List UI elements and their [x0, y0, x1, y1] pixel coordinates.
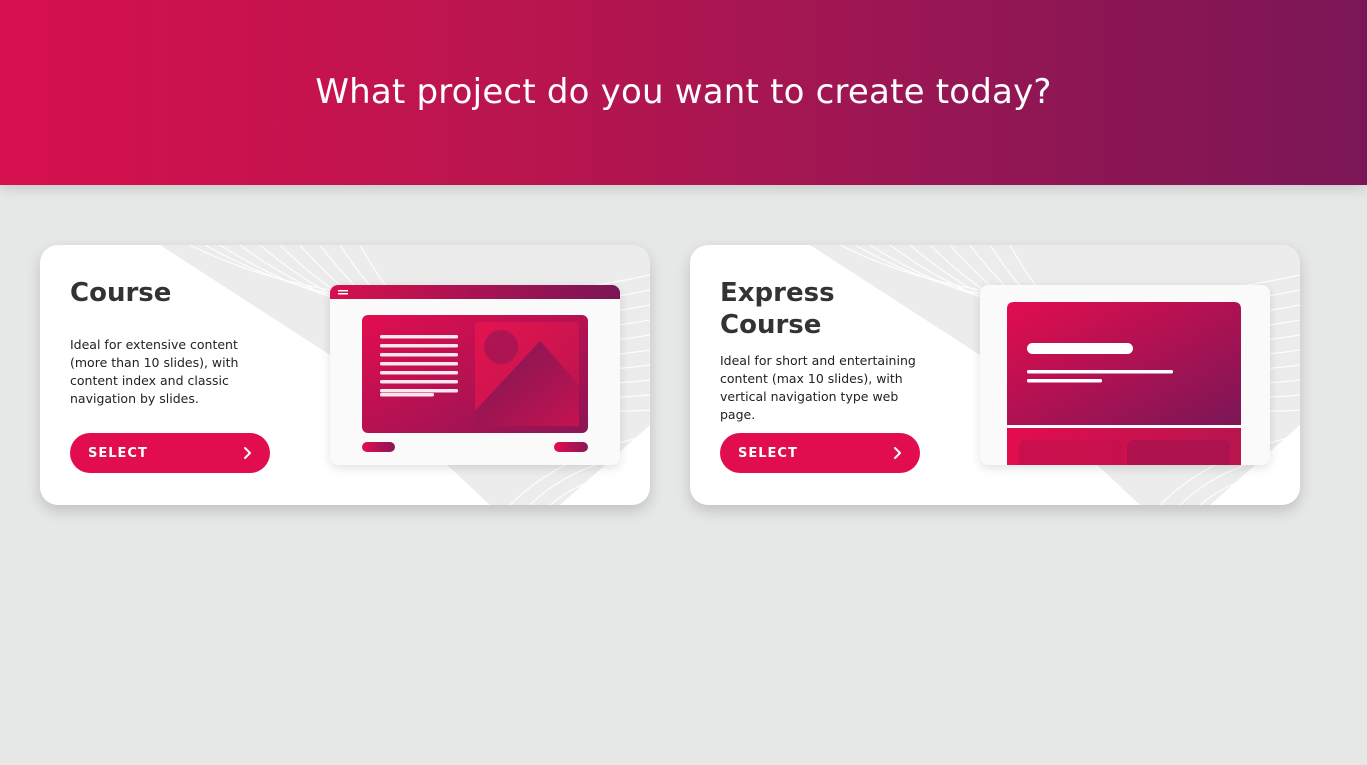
express-course-preview-illustration — [980, 285, 1270, 465]
card-title: Course — [70, 278, 172, 308]
page-title: What project do you want to create today… — [315, 72, 1052, 112]
chevron-right-icon — [894, 447, 901, 459]
course-card[interactable]: Course Ideal for extensive content (more… — [40, 245, 650, 505]
select-express-course-button[interactable]: SELECT — [720, 433, 920, 473]
webpage-mockup-graphic — [1007, 302, 1241, 465]
select-button-label: SELECT — [738, 445, 798, 461]
select-course-button[interactable]: SELECT — [70, 433, 270, 473]
page-header: What project do you want to create today… — [0, 0, 1367, 185]
express-course-card[interactable]: Express Course Ideal for short and enter… — [690, 245, 1300, 505]
chevron-right-icon — [244, 447, 251, 459]
card-title: Express Course — [720, 278, 835, 340]
slide-mockup-graphic — [330, 285, 620, 452]
card-description: Ideal for extensive content (more than 1… — [70, 337, 239, 406]
card-description: Ideal for short and entertaining content… — [720, 353, 916, 422]
select-button-label: SELECT — [88, 445, 148, 461]
course-preview-illustration — [330, 285, 620, 465]
